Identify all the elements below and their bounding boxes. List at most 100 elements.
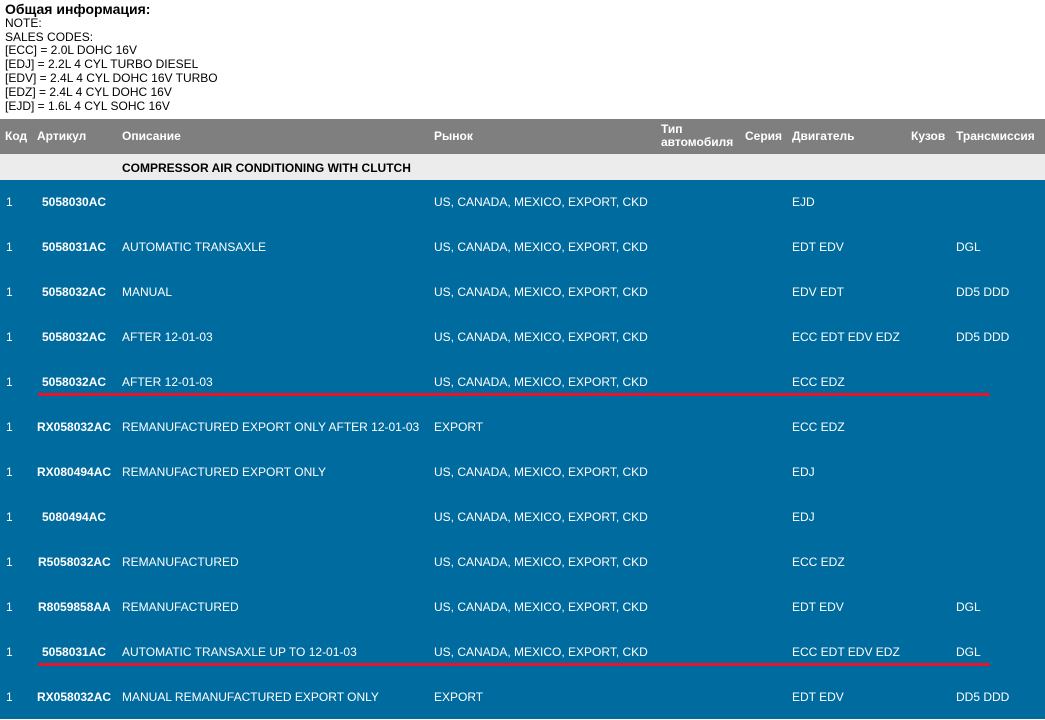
cell-engine: EDT EDV: [792, 690, 844, 704]
cell-transmission: DD5 DDD: [956, 690, 1010, 704]
cell-market: US, CANADA, MEXICO, EXPORT, CKD: [434, 555, 648, 569]
cell-description: MANUAL REMANUFACTURED EXPORT ONLY: [122, 690, 379, 704]
highlight-underline: [38, 663, 990, 666]
cell-market: US, CANADA, MEXICO, EXPORT, CKD: [434, 645, 648, 659]
cell-article[interactable]: RX080494AC: [37, 465, 111, 479]
table-body: 1 5058030AC US, CANADA, MEXICO, EXPORT, CK…: [0, 180, 1045, 719]
info-line: NOTE:: [5, 16, 42, 30]
cell-transmission: DGL: [956, 240, 981, 254]
header-body[interactable]: Кузов: [911, 130, 945, 143]
table-row[interactable]: 1 R5058032AC REMANUFACTURED US, CANADA, MEX…: [0, 540, 1045, 585]
cell-code: 1: [6, 420, 13, 434]
cell-article[interactable]: 5058032AC: [42, 375, 106, 389]
cell-code: 1: [6, 690, 13, 704]
cell-code: 1: [6, 375, 13, 389]
cell-transmission: DD5 DDD: [956, 285, 1010, 299]
info-title: Общая информация:: [5, 1, 151, 17]
cell-market: EXPORT: [434, 420, 484, 434]
cell-market: EXPORT: [434, 690, 484, 704]
info-line: [EJD] = 1.6L 4 CYL SOHC 16V: [5, 99, 170, 113]
cell-description: AUTOMATIC TRANSAXLE: [122, 240, 267, 254]
cell-article[interactable]: 5058032AC: [42, 285, 106, 299]
cell-article[interactable]: 5080494AC: [42, 510, 106, 524]
cell-description: REMANUFACTURED EXPORT ONLY: [122, 465, 327, 479]
cell-code: 1: [6, 240, 13, 254]
header-market[interactable]: Рынок: [434, 130, 473, 143]
cell-code: 1: [6, 555, 13, 569]
table-row[interactable]: 1 RX058032AC REMANUFACTURED EXPORT ONLY AF…: [0, 405, 1045, 450]
cell-article[interactable]: RX058032AC: [37, 690, 111, 704]
cell-market: US, CANADA, MEXICO, EXPORT, CKD: [434, 330, 648, 344]
cell-article[interactable]: 5058032AC: [42, 330, 106, 344]
cell-code: 1: [6, 645, 13, 659]
cell-engine: ECC EDZ: [792, 555, 845, 569]
header-series[interactable]: Серия: [745, 130, 782, 143]
info-line: [EDJ] = 2.2L 4 CYL TURBO DIESEL: [5, 57, 199, 71]
cell-description: AFTER 12-01-03: [122, 375, 213, 389]
cell-market: US, CANADA, MEXICO, EXPORT, CKD: [434, 285, 648, 299]
cell-engine: ECC EDZ: [792, 420, 845, 434]
highlight-underline: [38, 393, 990, 396]
cell-engine: ECC EDZ: [792, 375, 845, 389]
general-info: Общая информация: NOTE: SALES CODES: [EC…: [0, 0, 1045, 119]
table-row[interactable]: 1 RX058032AC MANUAL REMANUFACTURED EXPORT …: [0, 675, 1045, 720]
info-line: [EDZ] = 2.4L 4 CYL DOHC 16V: [5, 85, 172, 99]
table-row[interactable]: 1 5058031AC AUTOMATIC TRANSAXLE US, CANADA,…: [0, 225, 1045, 270]
cell-description: REMANUFACTURED: [122, 600, 239, 614]
cell-market: US, CANADA, MEXICO, EXPORT, CKD: [434, 465, 648, 479]
cell-market: US, CANADA, MEXICO, EXPORT, CKD: [434, 240, 648, 254]
header-article[interactable]: Артикул: [37, 130, 86, 143]
cell-engine: EDT EDV: [792, 240, 844, 254]
cell-article[interactable]: R5058032AC: [38, 555, 111, 569]
header-transmission[interactable]: Трансмиссия: [956, 130, 1035, 143]
cell-article[interactable]: RX058032AC: [37, 420, 111, 434]
header-vehicle-type-line2: автомобиля: [661, 135, 734, 149]
cell-code: 1: [6, 330, 13, 344]
cell-market: US, CANADA, MEXICO, EXPORT, CKD: [434, 510, 648, 524]
info-line: [ECC] = 2.0L DOHC 16V: [5, 43, 137, 57]
cell-article[interactable]: R8059858AA: [38, 600, 111, 614]
cell-engine: EDV EDT: [792, 285, 845, 299]
cell-code: 1: [6, 285, 13, 299]
section-label: COMPRESSOR AIR CONDITIONING WITH CLUTCH: [122, 161, 411, 175]
header-code[interactable]: Код: [5, 130, 27, 143]
cell-engine: EJD: [792, 195, 815, 209]
cell-description: MANUAL: [122, 285, 173, 299]
section-row: COMPRESSOR AIR CONDITIONING WITH CLUTCH: [0, 154, 1045, 180]
cell-engine: EDT EDV: [792, 600, 844, 614]
cell-engine: EDJ: [792, 465, 815, 479]
cell-description: AUTOMATIC TRANSAXLE UP TO 12-01-03: [122, 645, 357, 659]
table-row[interactable]: 1 5058030AC US, CANADA, MEXICO, EXPORT, CK…: [0, 180, 1045, 225]
header-engine[interactable]: Двигатель: [792, 130, 855, 143]
cell-market: US, CANADA, MEXICO, EXPORT, CKD: [434, 600, 648, 614]
table-row[interactable]: 1 5058032AC AFTER 12-01-03 US, CANADA, MEXI…: [0, 315, 1045, 360]
header-vehicle-type[interactable]: Тип автомобиля: [661, 123, 733, 149]
cell-description: REMANUFACTURED: [122, 555, 239, 569]
table-row[interactable]: 1 RX080494AC REMANUFACTURED EXPORT ONLY US,…: [0, 450, 1045, 495]
info-line: [EDV] = 2.4L 4 CYL DOHC 16V TURBO: [5, 71, 218, 85]
cell-description: REMANUFACTURED EXPORT ONLY AFTER 12-01-0…: [122, 420, 420, 434]
cell-code: 1: [6, 465, 13, 479]
cell-transmission: DD5 DDD: [956, 330, 1010, 344]
cell-code: 1: [6, 600, 13, 614]
cell-engine: ECC EDT EDV EDZ: [792, 330, 900, 344]
cell-article[interactable]: 5058031AC: [42, 645, 106, 659]
table-row[interactable]: 1 R8059858AA REMANUFACTURED US, CANADA, MEX…: [0, 585, 1045, 630]
table-row[interactable]: 1 5058032AC AFTER 12-01-03 US, CANADA, MEXI…: [0, 360, 1045, 405]
cell-transmission: DGL: [956, 600, 981, 614]
cell-description: AFTER 12-01-03: [122, 330, 213, 344]
cell-article[interactable]: 5058030AC: [42, 195, 106, 209]
cell-engine: ECC EDT EDV EDZ: [792, 645, 900, 659]
header-description[interactable]: Описание: [122, 130, 181, 143]
cell-article[interactable]: 5058031AC: [42, 240, 106, 254]
table-header: Код Артикул Описание Рынок Тип автомобил…: [0, 119, 1045, 154]
cell-engine: EDJ: [792, 510, 815, 524]
table-row[interactable]: 1 5058032AC MANUAL US, CANADA, MEXICO, EXPO…: [0, 270, 1045, 315]
cell-code: 1: [6, 510, 13, 524]
table-row[interactable]: 1 5058031AC AUTOMATIC TRANSAXLE UP TO 12-0…: [0, 630, 1045, 675]
cell-transmission: DGL: [956, 645, 981, 659]
cell-market: US, CANADA, MEXICO, EXPORT, CKD: [434, 195, 648, 209]
cell-market: US, CANADA, MEXICO, EXPORT, CKD: [434, 375, 648, 389]
cell-code: 1: [6, 195, 13, 209]
table-row[interactable]: 1 5080494AC US, CANADA, MEXICO, EXPORT, CK…: [0, 495, 1045, 540]
